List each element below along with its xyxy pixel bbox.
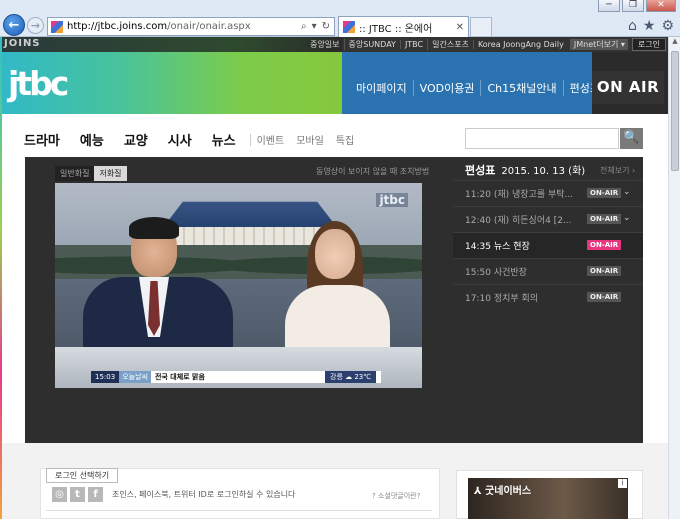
site-favicon-icon <box>51 20 63 33</box>
ad-info-icon[interactable]: i <box>618 479 627 488</box>
util-link-sports[interactable]: 일간스포츠 <box>427 39 473 50</box>
restore-button[interactable]: ❐ <box>622 0 644 12</box>
home-icon[interactable]: ⌂ <box>628 18 637 34</box>
schedule-item-current[interactable]: 14:35 뉴스 현장 ON-AIR <box>453 232 643 258</box>
schedule-item[interactable]: 17:10 정치부 회의 ON-AIR <box>453 284 643 310</box>
scroll-thumb[interactable] <box>671 51 679 171</box>
joins-utility-bar: JOINS 중앙일보 중앙SUNDAY JTBC 일간스포츠 Korea Joo… <box>2 37 668 52</box>
dropdown-icon[interactable]: ▾ <box>312 21 317 32</box>
on-air-button[interactable]: ON AIR <box>592 71 664 104</box>
back-button[interactable]: ← <box>3 14 25 36</box>
joins-login-icon[interactable]: ◎ <box>52 487 67 502</box>
expand-chevron-icon[interactable]: ⌄ <box>623 187 631 197</box>
schedule-item[interactable]: 11:20 (재) 냉장고를 부탁... ON-AIR ⌄ <box>453 180 643 206</box>
schedule-title: 편성표 <box>465 164 496 177</box>
tab-normal-quality[interactable]: 일반화질 <box>55 166 95 181</box>
tab-favicon-icon <box>343 21 355 33</box>
util-link-daily[interactable]: Korea JoongAng Daily <box>472 40 568 49</box>
nav-divider <box>249 133 251 146</box>
ticker-weather: 강릉 ☁ 23℃ <box>325 371 377 383</box>
browser-tools: ⌂ ★ ⚙ <box>628 18 674 34</box>
util-more-button[interactable]: JMnet더보기 ▾ <box>569 39 628 50</box>
minimize-button[interactable]: ─ <box>598 0 620 12</box>
nav-current-affairs[interactable]: 시사 <box>168 130 192 149</box>
jtbc-header-banner: jtbc <box>2 52 342 114</box>
nav-channel-info[interactable]: Ch15채널안내 <box>480 80 562 96</box>
new-tab-button[interactable] <box>470 17 492 36</box>
forward-button[interactable]: → <box>27 17 44 34</box>
url-domain: http://jtbc.joins.com <box>67 21 168 32</box>
scroll-up-arrow-icon[interactable]: ▲ <box>670 37 680 49</box>
nav-special[interactable]: 특집 <box>336 132 354 147</box>
url-path: /onair/onair.aspx <box>167 21 251 32</box>
quality-tabs: 일반화질 저화질 <box>55 166 127 181</box>
window-controls: ─ ❐ ✕ <box>598 0 676 12</box>
on-air-badge: ON-AIR <box>587 266 622 276</box>
util-link-jtbc[interactable]: JTBC <box>399 40 427 49</box>
nav-news[interactable]: 뉴스 <box>212 130 236 149</box>
util-link-sunday[interactable]: 중앙SUNDAY <box>343 39 400 50</box>
social-login-row: ◎ t f 조인스, 페이스북, 트위터 ID로 로그인하실 수 있습니다 <box>52 487 295 502</box>
browser-tab[interactable]: :: JTBC :: 온에어 ✕ <box>338 16 469 37</box>
url-text[interactable]: http://jtbc.joins.com/onair/onair.aspx <box>67 21 251 32</box>
on-air-badge: ON-AIR <box>587 214 622 224</box>
vertical-scrollbar[interactable]: ▲ <box>668 37 680 519</box>
refresh-icon[interactable]: ↻ <box>322 21 330 32</box>
tab-title: :: JTBC :: 온에어 <box>359 23 433 35</box>
address-bar[interactable]: http://jtbc.joins.com/onair/onair.aspx ⌕… <box>47 17 335 36</box>
utility-links: 중앙일보 중앙SUNDAY JTBC 일간스포츠 Korea JoongAng … <box>306 37 666 52</box>
tab-low-quality[interactable]: 저화질 <box>94 166 127 181</box>
nav-vod-pass[interactable]: VOD이용권 <box>412 80 481 96</box>
channel-bug: jtbc <box>376 193 408 207</box>
schedule-list: 11:20 (재) 냉장고를 부탁... ON-AIR ⌄ 12:40 (재) … <box>453 180 643 310</box>
settings-gear-icon[interactable]: ⚙ <box>661 18 674 34</box>
site-search-button[interactable]: 🔍 <box>620 128 643 149</box>
ticker-headline: 전국 대체로 맑음 <box>154 373 205 381</box>
social-login-text: 조인스, 페이스북, 트위터 ID로 로그인하실 수 있습니다 <box>112 490 296 499</box>
on-air-badge: ON-AIR <box>587 188 622 198</box>
ad-text: ⅄ 굿네이버스 <box>474 486 532 497</box>
schedule-item[interactable]: 15:50 사건반장 ON-AIR <box>453 258 643 284</box>
nav-variety[interactable]: 예능 <box>80 130 104 149</box>
site-search-input[interactable] <box>465 128 619 149</box>
facebook-login-icon[interactable]: f <box>88 487 103 502</box>
ticker-tag: 오늘날씨 <box>119 371 151 383</box>
util-link-joongang[interactable]: 중앙일보 <box>306 39 343 50</box>
nav-mypage[interactable]: 마이페이지 <box>350 80 413 96</box>
on-air-badge-live: ON-AIR <box>587 240 622 250</box>
login-button[interactable]: 로그인 <box>631 38 666 51</box>
on-air-badge: ON-AIR <box>587 292 622 302</box>
joins-logo[interactable]: JOINS <box>4 38 41 49</box>
nav-drama[interactable]: 드라마 <box>24 130 60 149</box>
twitter-login-icon[interactable]: t <box>70 487 85 502</box>
live-video[interactable]: jtbc 15:03 오늘날씨 전국 대체로 맑음 강릉 ☁ 23℃ <box>55 183 422 388</box>
jtbc-logo[interactable]: jtbc <box>8 66 69 102</box>
main-nav: 드라마 예능 교양 시사 뉴스 이벤트 모바일 특집 <box>24 130 366 149</box>
schedule-item[interactable]: 12:40 (재) 히든싱어4 [2... ON-AIR ⌄ <box>453 206 643 232</box>
favorites-star-icon[interactable]: ★ <box>643 18 656 34</box>
schedule-date: 2015. 10. 13 (화) <box>501 166 586 177</box>
schedule-header: 편성표 2015. 10. 13 (화) <box>465 162 585 178</box>
close-window-button[interactable]: ✕ <box>646 0 676 12</box>
browser-chrome: ─ ❐ ✕ ← → http://jtbc.joins.com/onair/on… <box>0 0 680 37</box>
nav-culture[interactable]: 교양 <box>124 130 148 149</box>
nav-mobile[interactable]: 모바일 <box>296 132 324 147</box>
video-help-link[interactable]: 동영상이 보이지 않을 때 조치방법 <box>316 166 429 177</box>
ticker-time: 15:03 <box>91 371 120 383</box>
header-nav: 마이페이지 VOD이용권 Ch15채널안내 편성표 <box>350 80 606 96</box>
social-comment-help-link[interactable]: ? 소셜댓글이란? <box>372 491 420 501</box>
login-select-tooltip: 로그인 선택하기 <box>46 468 119 483</box>
comment-input[interactable] <box>46 510 432 519</box>
schedule-view-all[interactable]: 전체보기 › <box>600 165 635 176</box>
tab-close-icon[interactable]: ✕ <box>456 22 464 33</box>
search-icon[interactable]: ⌕ <box>301 21 307 32</box>
nav-event[interactable]: 이벤트 <box>257 132 285 147</box>
expand-chevron-icon[interactable]: ⌄ <box>623 213 631 223</box>
